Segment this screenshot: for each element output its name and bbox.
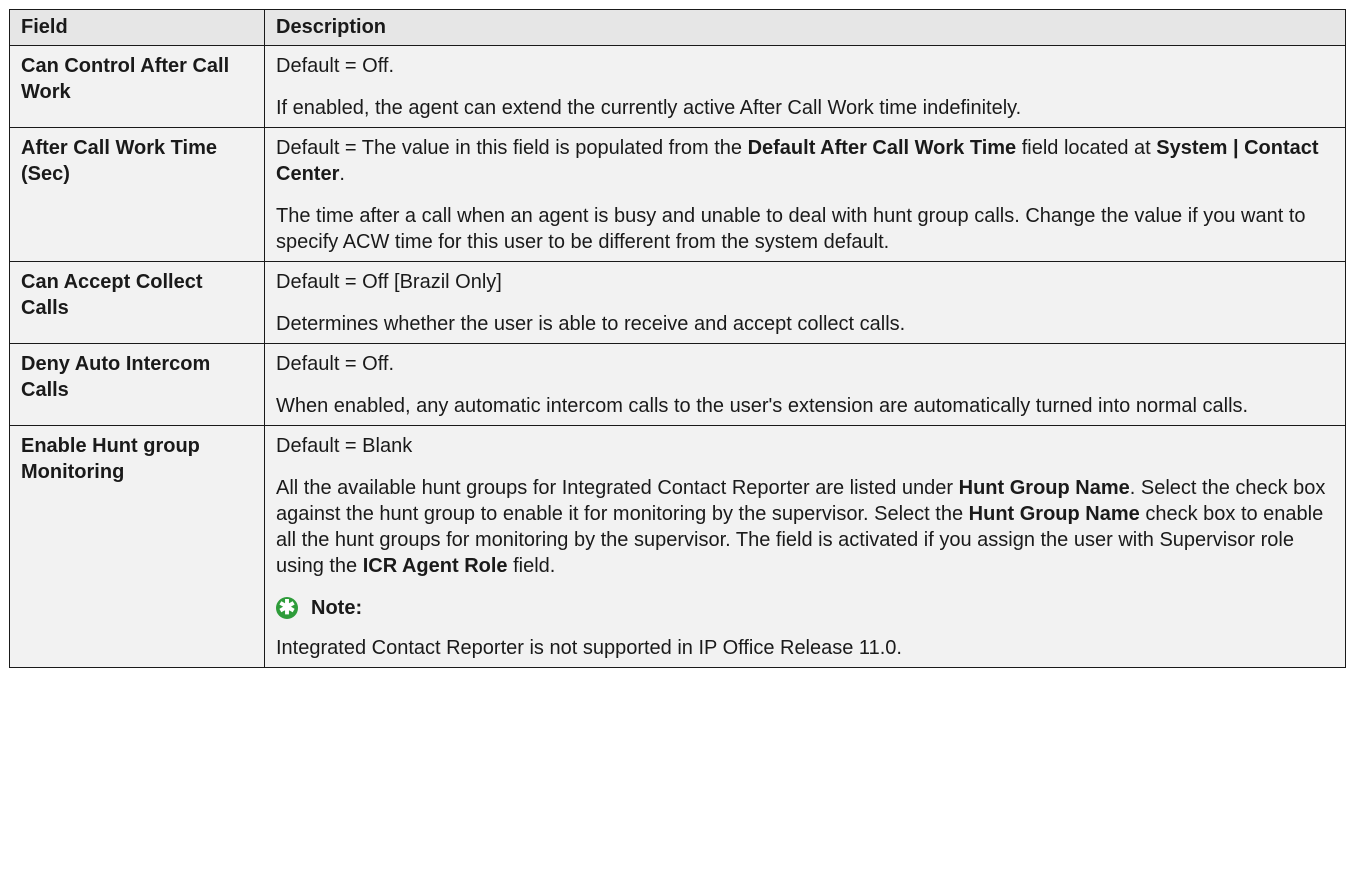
table-row: Can Accept Collect Calls Default = Off [… — [9, 261, 1346, 344]
field-description-table: Field Description Can Control After Call… — [9, 9, 1346, 668]
field-description: Default = Off. When enabled, any automat… — [264, 343, 1346, 426]
note-heading: ✱ Note: — [276, 595, 1334, 621]
default-value-text: Default = Off. — [276, 55, 395, 77]
description-text: If enabled, the agent can extend the cur… — [276, 97, 1022, 119]
text-span: All the available hunt groups for Integr… — [276, 477, 959, 499]
field-description: Default = Blank All the available hunt g… — [264, 425, 1346, 668]
asterisk-icon: ✱ — [276, 597, 298, 619]
table-row: After Call Work Time (Sec) Default = The… — [9, 127, 1346, 262]
text-span: field located at — [1016, 137, 1157, 159]
description-text: The time after a call when an agent is b… — [276, 205, 1306, 253]
note-text: Integrated Contact Reporter is not suppo… — [276, 637, 902, 659]
field-name: Can Control After Call Work — [9, 45, 265, 128]
field-name: Deny Auto Intercom Calls — [9, 343, 265, 426]
description-text: When enabled, any automatic intercom cal… — [276, 395, 1249, 417]
field-name: Can Accept Collect Calls — [9, 261, 265, 344]
description-text: All the available hunt groups for Integr… — [276, 475, 1334, 579]
table-row: Can Control After Call Work Default = Of… — [9, 45, 1346, 128]
table-header-row: Field Description — [9, 9, 1346, 46]
ui-reference-text: Hunt Group Name — [968, 503, 1140, 525]
text-span: Default = The value in this field is pop… — [276, 137, 748, 159]
field-name: Enable Hunt group Monitoring — [9, 425, 265, 668]
default-value-text: Default = The value in this field is pop… — [276, 135, 1334, 187]
column-header-field: Field — [9, 9, 265, 46]
column-header-description: Description — [264, 9, 1346, 46]
note-label: Note: — [311, 597, 363, 619]
default-value-text: Default = Off [Brazil Only] — [276, 271, 502, 293]
default-value-text: Default = Off. — [276, 353, 395, 375]
description-text: Determines whether the user is able to r… — [276, 313, 906, 335]
text-span: field. — [507, 555, 556, 577]
default-value-text: Default = Blank — [276, 435, 413, 457]
field-description: Default = Off. If enabled, the agent can… — [264, 45, 1346, 128]
field-name: After Call Work Time (Sec) — [9, 127, 265, 262]
ui-reference-text: Hunt Group Name — [958, 477, 1130, 499]
table-row: Deny Auto Intercom Calls Default = Off. … — [9, 343, 1346, 426]
field-description: Default = Off [Brazil Only] Determines w… — [264, 261, 1346, 344]
field-description: Default = The value in this field is pop… — [264, 127, 1346, 262]
text-span: . — [339, 163, 345, 185]
ui-reference-text: ICR Agent Role — [362, 555, 508, 577]
ui-reference-text: Default After Call Work Time — [747, 137, 1017, 159]
table-row: Enable Hunt group Monitoring Default = B… — [9, 425, 1346, 668]
